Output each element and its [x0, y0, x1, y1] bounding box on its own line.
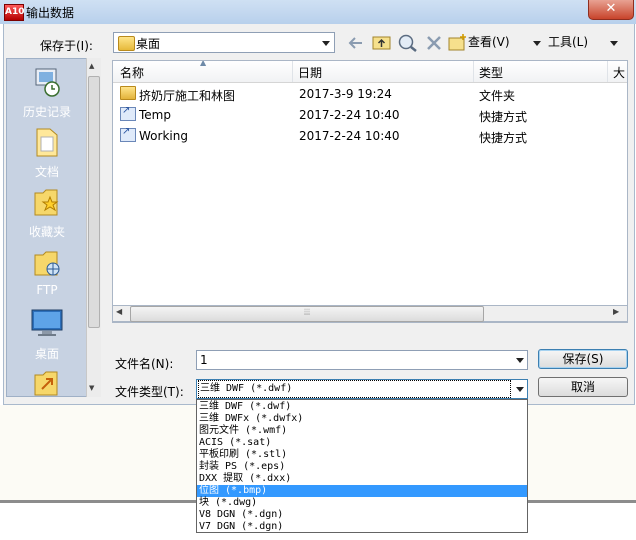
- history-icon: [35, 68, 60, 97]
- column-date[interactable]: 日期: [298, 64, 322, 81]
- dropdown-option[interactable]: 图元文件 (*.wmf): [197, 425, 527, 437]
- place-ftp[interactable]: FTP: [7, 247, 87, 297]
- cancel-button[interactable]: 取消: [538, 377, 628, 397]
- file-date: 2017-2-24 10:40: [299, 108, 400, 122]
- list-item[interactable]: Temp 2017-2-24 10:40 快捷方式: [113, 105, 627, 125]
- column-name[interactable]: 名称: [120, 64, 144, 81]
- filename-input[interactable]: 1: [196, 350, 528, 370]
- dropdown-option[interactable]: 平板印刷 (*.stl): [197, 449, 527, 461]
- list-header: 名称 ▲ 日期 类型 大: [113, 61, 627, 83]
- chevron-down-icon[interactable]: [516, 387, 524, 392]
- list-item[interactable]: 挤奶厅施工和林图 2017-3-9 19:24 文件夹: [113, 84, 627, 104]
- folder-icon: [120, 86, 136, 100]
- title-bar[interactable]: A10 输出数据 ✕: [0, 0, 636, 24]
- close-icon: ✕: [605, 1, 617, 16]
- place-ftp-label: FTP: [36, 283, 58, 297]
- scroll-down-icon[interactable]: ▼: [89, 384, 94, 392]
- new-folder-icon[interactable]: [448, 33, 468, 52]
- location-value: 桌面: [136, 37, 161, 51]
- location-combo[interactable]: 桌面: [113, 32, 335, 53]
- file-name: 挤奶厅施工和林图: [139, 89, 236, 103]
- close-button[interactable]: ✕: [588, 0, 634, 20]
- column-type[interactable]: 类型: [479, 64, 503, 81]
- shortcut-icon: [120, 105, 136, 121]
- save-in-label: 保存于(I):: [40, 39, 93, 53]
- place-documents[interactable]: 文档: [7, 125, 87, 180]
- file-date: 2017-3-9 19:24: [299, 87, 392, 101]
- file-type: 文件夹: [479, 89, 516, 103]
- window-title: 输出数据: [26, 6, 75, 20]
- ftp-icon: [34, 251, 60, 276]
- file-list[interactable]: 名称 ▲ 日期 类型 大 挤奶厅施工和林图 2017-3-9 19:24 文件夹…: [112, 60, 628, 323]
- place-more[interactable]: [7, 367, 87, 396]
- view-label: 查看(V): [468, 35, 510, 49]
- horizontal-scroll-thumb[interactable]: ⦙⦙⦙: [130, 306, 484, 322]
- save-button[interactable]: 保存(S): [538, 349, 628, 369]
- place-desktop[interactable]: 桌面: [7, 307, 87, 362]
- desktop-folder-icon: [118, 36, 135, 51]
- dropdown-option[interactable]: DXX 提取 (*.dxx): [197, 473, 527, 485]
- tools-menu-button[interactable]: 工具(L): [548, 32, 588, 54]
- view-menu-button[interactable]: 查看(V): [468, 32, 510, 54]
- delete-icon[interactable]: [425, 34, 443, 52]
- dropdown-option[interactable]: 三维 DWFx (*.dwfx): [197, 413, 527, 425]
- scroll-up-icon[interactable]: ▲: [89, 62, 94, 70]
- tools-label: 工具(L): [548, 35, 589, 49]
- place-favorites[interactable]: 收藏夹: [7, 185, 87, 240]
- list-item[interactable]: Working 2017-2-24 10:40 快捷方式: [113, 126, 627, 146]
- filetype-select[interactable]: 三维 DWF (*.dwf): [196, 379, 528, 399]
- file-date: 2017-2-24 10:40: [299, 129, 400, 143]
- back-icon[interactable]: [346, 34, 366, 52]
- dropdown-option[interactable]: 块 (*.dwg): [197, 497, 527, 509]
- file-name: Working: [139, 129, 188, 143]
- scroll-right-icon[interactable]: ▶: [613, 307, 619, 316]
- dropdown-option[interactable]: V7 DGN (*.dgn): [197, 521, 527, 532]
- up-folder-icon[interactable]: [372, 33, 392, 51]
- autocad-app-icon: A10: [4, 4, 25, 21]
- file-type: 快捷方式: [479, 131, 528, 145]
- dropdown-option[interactable]: ACIS (*.sat): [197, 437, 527, 449]
- shortcut-icon: [120, 126, 136, 142]
- place-history-label: 历史记录: [22, 105, 71, 119]
- filetype-dropdown-list[interactable]: 三维 DWF (*.dwf) 三维 DWFx (*.dwfx) 图元文件 (*.…: [196, 399, 528, 533]
- column-size[interactable]: 大: [613, 64, 625, 81]
- documents-icon: [36, 128, 58, 157]
- filename-label: 文件名(N):: [115, 357, 174, 371]
- filetype-value: 三维 DWF (*.dwf): [198, 380, 511, 398]
- chevron-down-icon[interactable]: [516, 358, 524, 363]
- desktop-icon: [31, 309, 63, 336]
- dropdown-option-selected[interactable]: 位图 (*.bmp): [197, 485, 527, 497]
- tools-dropdown-icon: [610, 41, 618, 46]
- view-dropdown-icon[interactable]: [533, 41, 541, 46]
- chevron-down-icon: [322, 41, 330, 46]
- place-favorites-label: 收藏夹: [28, 225, 65, 239]
- scroll-left-icon[interactable]: ◀: [116, 307, 122, 316]
- file-name: Temp: [139, 108, 171, 122]
- place-desktop-label: 桌面: [34, 347, 59, 361]
- favorites-icon: [34, 189, 59, 216]
- search-web-icon[interactable]: [397, 33, 419, 52]
- sort-ascending-icon: ▲: [200, 60, 207, 67]
- places-scroll-thumb[interactable]: [88, 76, 100, 328]
- filetype-label: 文件类型(T):: [115, 385, 184, 399]
- place-documents-label: 文档: [34, 165, 59, 179]
- dropdown-option[interactable]: V8 DGN (*.dgn): [197, 509, 527, 521]
- place-history[interactable]: 历史记录: [7, 67, 87, 120]
- file-type: 快捷方式: [479, 110, 528, 124]
- dropdown-option[interactable]: 三维 DWF (*.dwf): [197, 401, 527, 413]
- dropdown-option[interactable]: 封装 PS (*.eps): [197, 461, 527, 473]
- folder-arrow-icon: [34, 371, 58, 396]
